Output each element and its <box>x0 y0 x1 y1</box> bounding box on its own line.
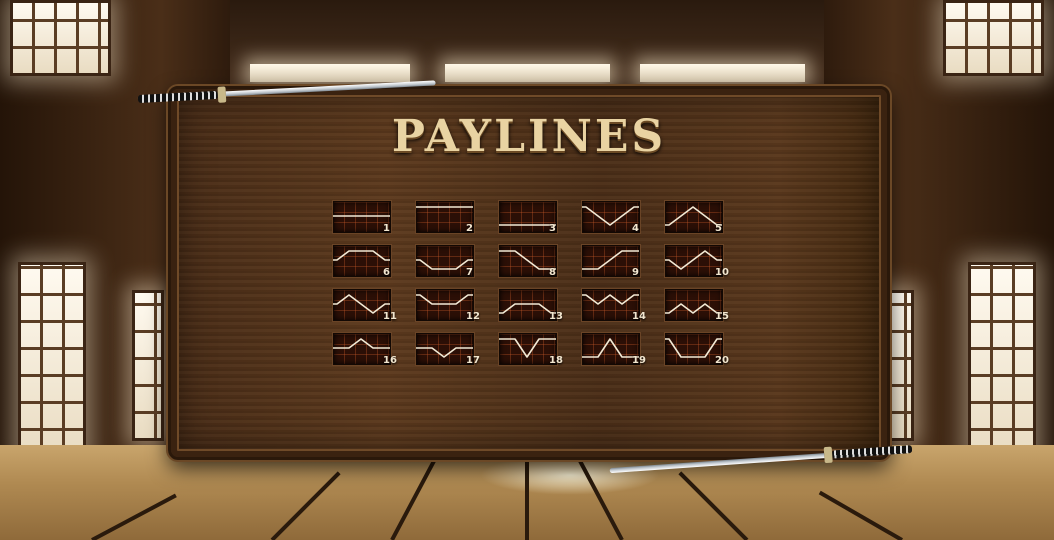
payline-5: 5 <box>665 201 723 234</box>
paylines-grid: 1 2 3 4 5 6 7 8 9 10 11 12 13 14 15 16 17 18 19 20 <box>333 201 733 377</box>
payline-number: 11 <box>383 311 397 322</box>
shoji-window <box>10 0 111 76</box>
payline-stroke <box>499 250 556 270</box>
payline-number: 10 <box>715 267 729 278</box>
payline-stroke <box>333 294 390 314</box>
payline-number: 17 <box>466 355 480 366</box>
floor-line <box>270 471 341 540</box>
payline-number: 4 <box>632 223 639 234</box>
payline-stroke <box>582 294 639 305</box>
payline-10: 10 <box>665 245 729 278</box>
payline-11: 11 <box>333 289 397 322</box>
payline-stroke <box>416 259 473 270</box>
payline-17: 17 <box>416 333 480 366</box>
payline-stroke <box>416 347 473 358</box>
payline-18: 18 <box>499 333 563 366</box>
payline-stroke <box>333 338 390 349</box>
skylight <box>250 64 410 82</box>
payline-13: 13 <box>499 289 563 322</box>
payline-number: 20 <box>715 355 729 366</box>
payline-stroke <box>499 338 556 358</box>
paylines-panel: PAYLINES 1 2 3 4 5 6 7 8 9 10 11 12 13 14 15 16 17 18 19 20 <box>168 86 890 460</box>
payline-stroke <box>582 338 639 358</box>
payline-16: 16 <box>333 333 397 366</box>
payline-2: 2 <box>416 201 474 234</box>
shoji-window <box>968 262 1036 458</box>
payline-stroke <box>665 206 722 226</box>
payline-stroke <box>665 338 722 358</box>
payline-6: 6 <box>333 245 391 278</box>
payline-number: 16 <box>383 355 397 366</box>
payline-12: 12 <box>416 289 480 322</box>
payline-8: 8 <box>499 245 557 278</box>
shoji-window <box>132 290 164 441</box>
payline-9: 9 <box>582 245 640 278</box>
skylight <box>640 64 805 82</box>
payline-15: 15 <box>665 289 729 322</box>
payline-number: 13 <box>549 311 563 322</box>
payline-number: 15 <box>715 311 729 322</box>
payline-1: 1 <box>333 201 391 234</box>
floor-line <box>390 455 439 540</box>
shoji-window <box>18 262 86 458</box>
payline-number: 1 <box>383 223 390 234</box>
floor-line <box>678 471 749 540</box>
payline-stroke <box>582 206 639 226</box>
floor-line <box>91 493 177 540</box>
payline-7: 7 <box>416 245 474 278</box>
skylight <box>445 64 610 82</box>
payline-number: 8 <box>549 267 556 278</box>
payline-19: 19 <box>582 333 646 366</box>
payline-number: 7 <box>466 267 473 278</box>
payline-4: 4 <box>582 201 640 234</box>
payline-number: 12 <box>466 311 480 322</box>
payline-number: 3 <box>549 223 556 234</box>
payline-number: 14 <box>632 311 646 322</box>
floor-line <box>818 490 903 540</box>
payline-number: 6 <box>383 267 390 278</box>
shoji-window <box>943 0 1044 76</box>
payline-stroke <box>665 303 722 314</box>
payline-stroke <box>416 294 473 305</box>
payline-number: 18 <box>549 355 563 366</box>
payline-number: 9 <box>632 267 639 278</box>
payline-stroke <box>499 303 556 314</box>
katana-guard <box>823 446 833 464</box>
payline-number: 19 <box>632 355 646 366</box>
payline-stroke <box>333 250 390 261</box>
payline-14: 14 <box>582 289 646 322</box>
payline-stroke <box>582 250 639 270</box>
payline-20: 20 <box>665 333 729 366</box>
payline-stroke <box>665 250 722 270</box>
paylines-title: PAYLINES <box>391 111 667 162</box>
payline-number: 5 <box>715 223 722 234</box>
payline-number: 2 <box>466 223 473 234</box>
floor-glow <box>480 455 660 495</box>
payline-3: 3 <box>499 201 557 234</box>
